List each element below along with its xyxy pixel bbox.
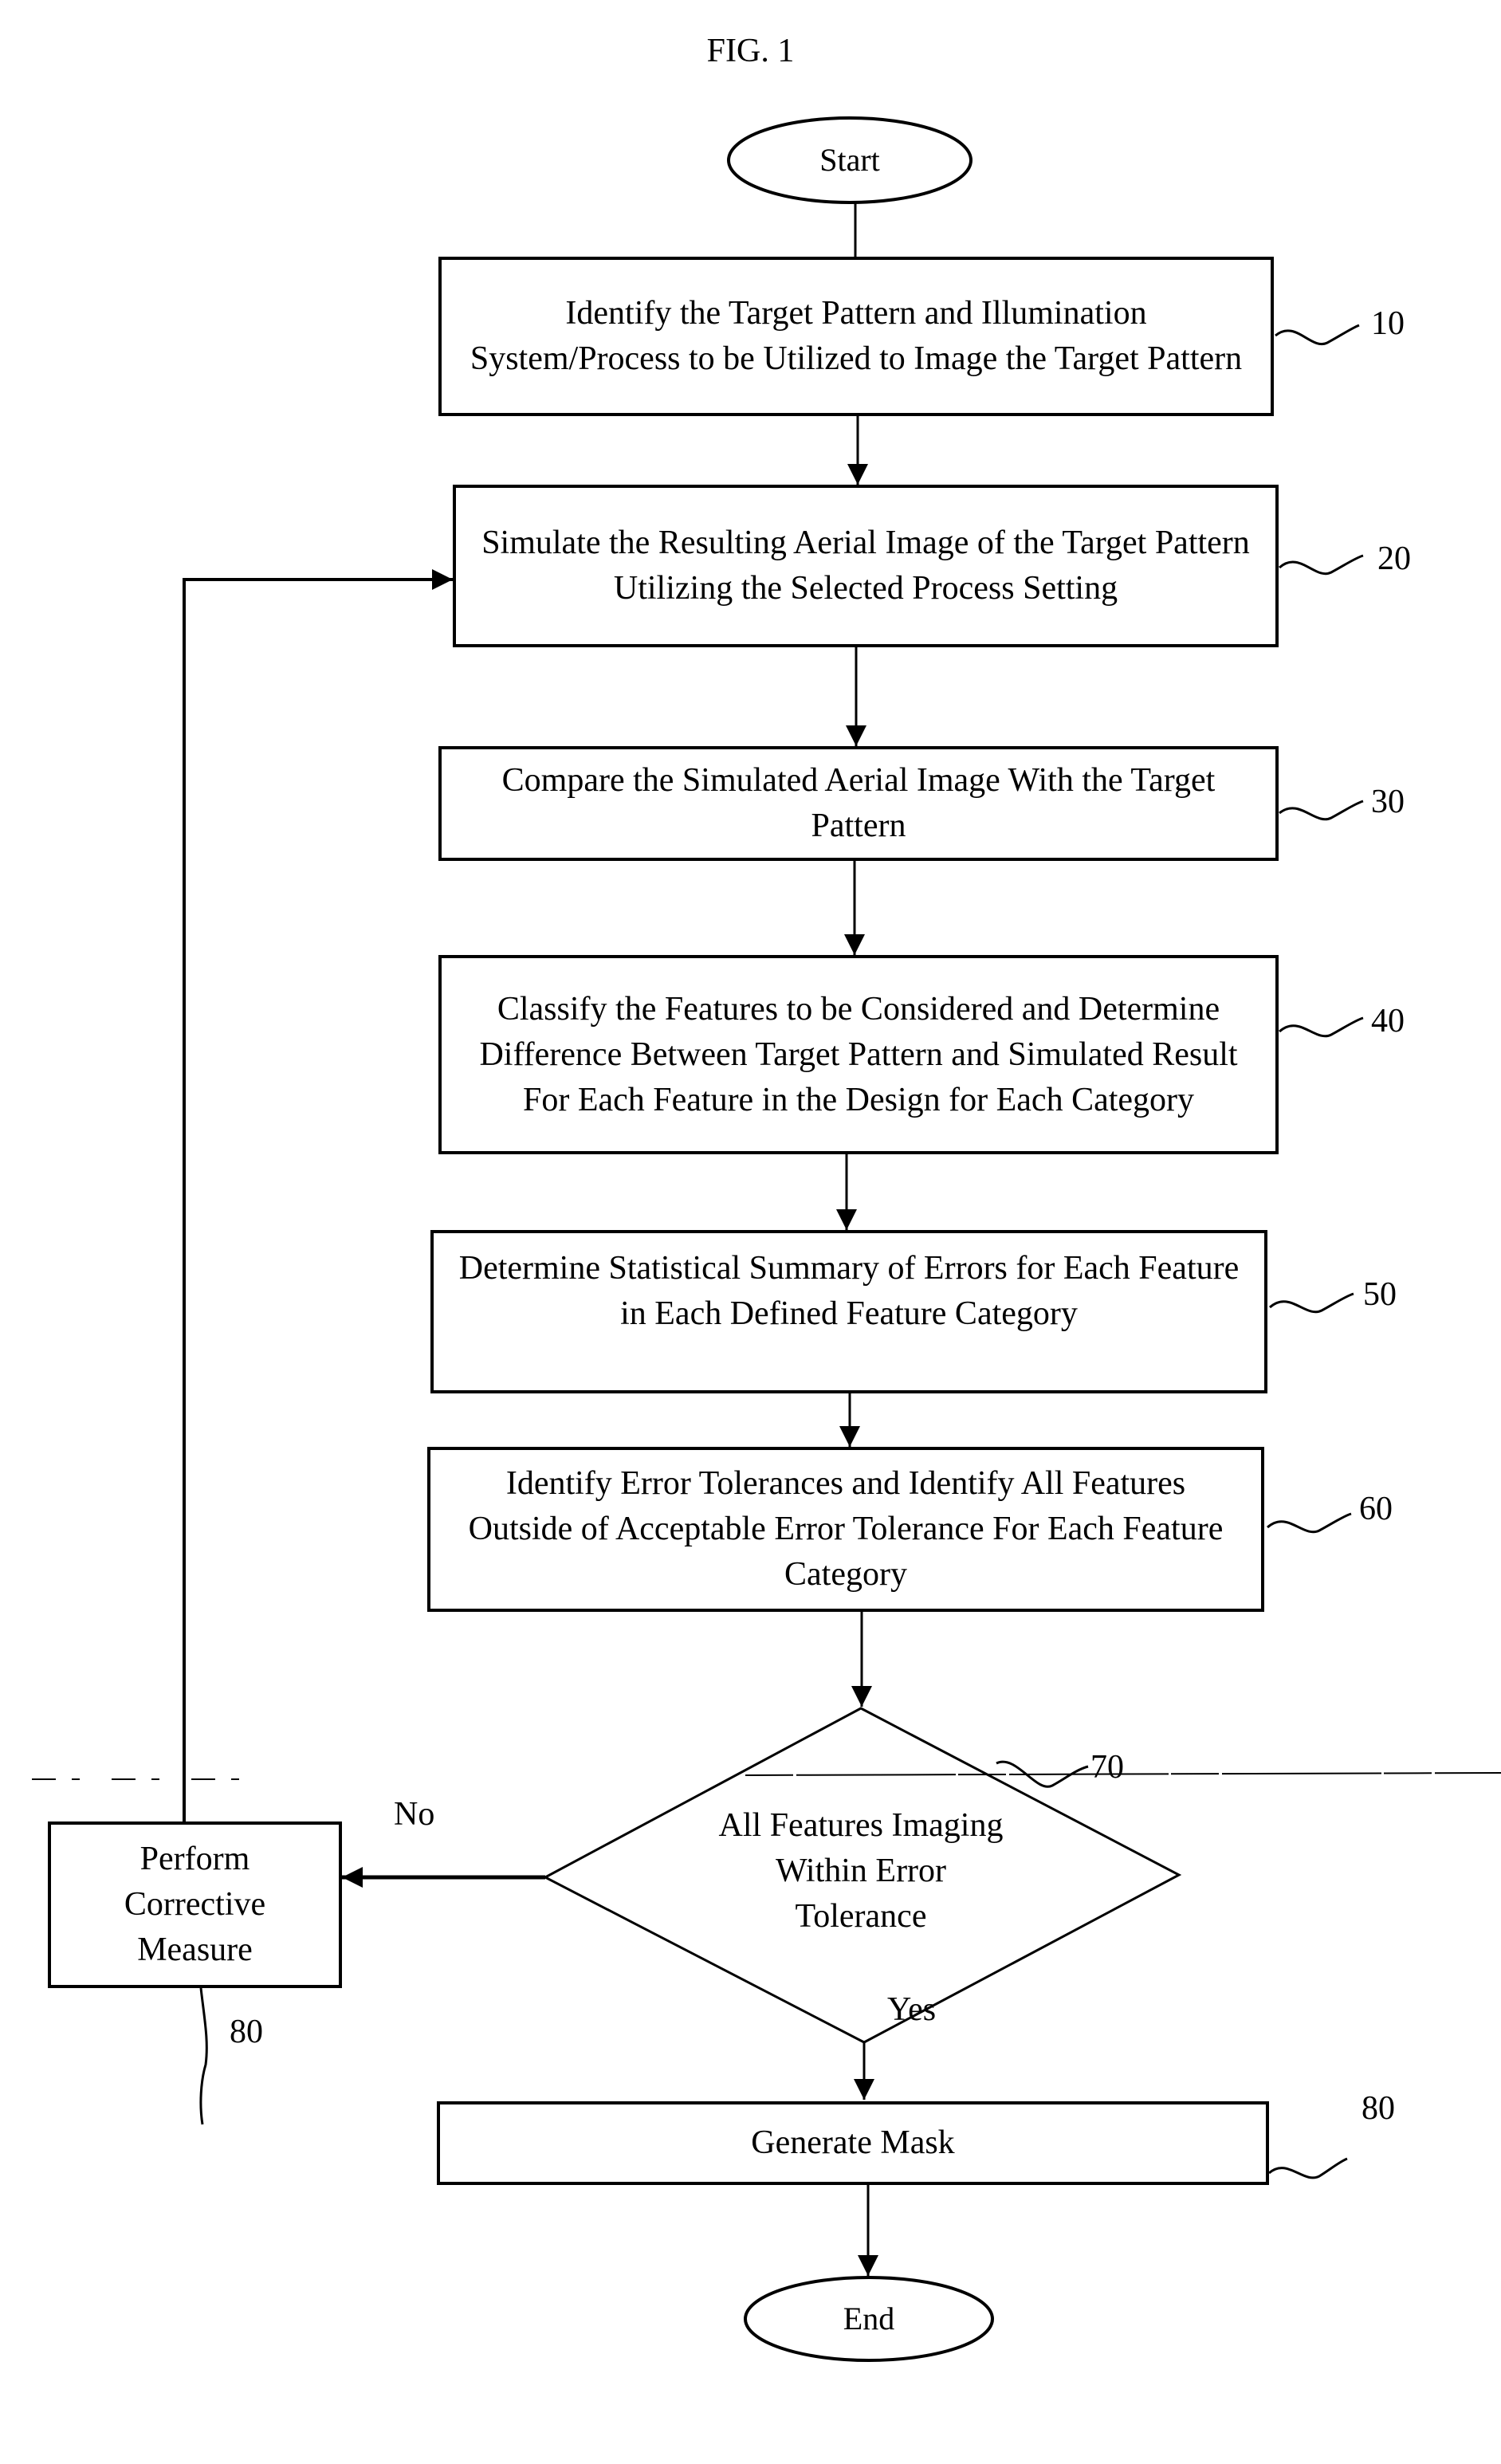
ref-leader-80-corrective: [199, 1987, 208, 2125]
ref-numeral-20: 20: [1377, 540, 1411, 577]
start-label: Start: [819, 142, 880, 178]
step-text-60: Identify Error Tolerances and Identify A…: [468, 1465, 1224, 1593]
generate-mask-text: Generate Mask: [751, 2124, 955, 2161]
step-box-10: Identify the Target Pattern and Illumina…: [438, 257, 1274, 416]
step-box-50: Determine Statistical Summary of Errors …: [430, 1230, 1267, 1393]
ref-leader-50: [1269, 1292, 1354, 1314]
step-box-40: Classify the Features to be Considered a…: [438, 955, 1279, 1154]
decision-no-label: No: [394, 1796, 435, 1833]
step-text-20: Simulate the Resulting Aerial Image of t…: [481, 525, 1250, 607]
step-text-10: Identify the Target Pattern and Illumina…: [470, 295, 1243, 377]
ref-leader-40: [1279, 1016, 1364, 1038]
step-text-30: Compare the Simulated Aerial Image With …: [501, 762, 1216, 844]
ref-numeral-60: 60: [1359, 1491, 1393, 1527]
step-box-20: Simulate the Resulting Aerial Image of t…: [453, 485, 1279, 647]
end-label: End: [843, 2301, 895, 2336]
step-box-60: Identify Error Tolerances and Identify A…: [427, 1447, 1264, 1612]
ref-numeral-10: 10: [1371, 305, 1405, 342]
ref-numeral-30: 30: [1371, 784, 1405, 820]
figure-title: FIG. 1: [706, 33, 795, 69]
decision-yes-label: Yes: [887, 1991, 937, 2028]
ref-numeral-80-corrective: 80: [230, 2014, 263, 2050]
ref-leader-60: [1267, 1512, 1352, 1534]
ref-leader-80-generate: [1268, 2157, 1348, 2179]
corrective-measure-box: Perform Corrective Measure: [48, 1821, 342, 1988]
corrective-measure-text: Perform Corrective Measure: [124, 1841, 266, 1968]
ref-numeral-40: 40: [1371, 1003, 1405, 1039]
ref-leader-20: [1279, 554, 1364, 576]
decision-text: All Features Imaging Within Error Tolera…: [718, 1807, 1004, 1935]
ref-numeral-80-generate: 80: [1362, 2090, 1395, 2127]
connector-loop-back: [183, 569, 453, 1821]
ref-leader-10: [1275, 324, 1360, 346]
step-box-30: Compare the Simulated Aerial Image With …: [438, 746, 1279, 861]
generate-mask-box: Generate Mask: [437, 2101, 1269, 2185]
ref-numeral-50: 50: [1363, 1276, 1397, 1313]
step-text-40: Classify the Features to be Considered a…: [479, 990, 1238, 1118]
step-text-50: Determine Statistical Summary of Errors …: [458, 1250, 1240, 1332]
ref-leader-30: [1279, 800, 1364, 821]
ref-numeral-70: 70: [1090, 1749, 1124, 1786]
